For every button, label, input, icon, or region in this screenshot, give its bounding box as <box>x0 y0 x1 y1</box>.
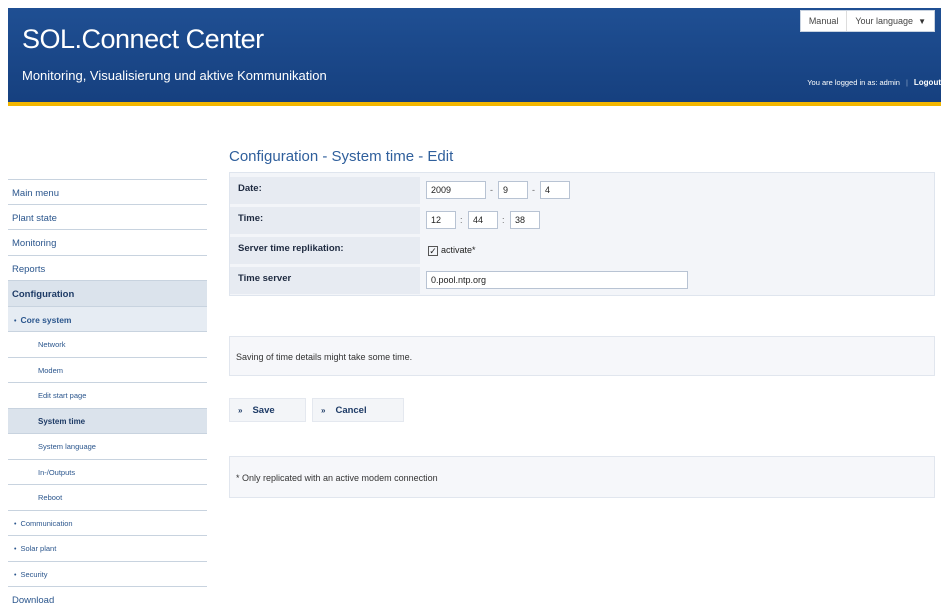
sidebar-item-monitoring[interactable]: Monitoring <box>8 230 207 256</box>
core-system-label: Core system <box>20 314 72 325</box>
time-hour-input[interactable] <box>426 211 456 229</box>
date-row: Date: - - <box>230 177 934 204</box>
time-minute-input[interactable] <box>468 211 498 229</box>
sidebar-item-system-language[interactable]: System language <box>8 434 207 460</box>
app-title: SOL.Connect Center <box>22 24 264 54</box>
sidebar-item-download[interactable]: Download <box>8 587 207 608</box>
logout-link[interactable]: Logout <box>914 78 941 87</box>
time-second-input[interactable] <box>510 211 540 229</box>
sidebar-item-edit-start-page[interactable]: Edit start page <box>8 383 207 409</box>
date-label: Date: <box>238 183 262 194</box>
login-status: You are logged in as: admin | Logout <box>807 78 941 87</box>
system-time-form: Date: - - Time: : : Server time replikat… <box>229 172 935 296</box>
manual-link[interactable]: Manual <box>801 11 848 31</box>
time-separator: : <box>502 215 505 225</box>
time-server-label: Time server <box>238 273 292 284</box>
sidebar-item-system-time[interactable]: System time <box>8 408 207 434</box>
double-arrow-icon: » <box>238 406 243 415</box>
app-subtitle: Monitoring, Visualisierung und aktive Ko… <box>22 68 327 83</box>
cancel-label: Cancel <box>335 405 367 416</box>
sidebar-item-security[interactable]: • Security <box>8 562 207 587</box>
save-button[interactable]: » Save <box>229 398 306 422</box>
communication-label: Communication <box>20 518 73 528</box>
expand-bullet-icon: • <box>14 317 17 325</box>
top-links-bar: Manual Your language ▼ <box>799 10 935 32</box>
double-arrow-icon: » <box>321 406 326 415</box>
replication-checkbox[interactable]: ✓ activate* <box>428 245 476 256</box>
cancel-button[interactable]: » Cancel <box>312 398 404 422</box>
replication-label: Server time replikation: <box>238 243 344 254</box>
logged-in-text: You are logged in as: admin <box>807 78 900 87</box>
time-separator: : <box>460 215 463 225</box>
security-label: Security <box>20 569 48 579</box>
sidebar-item-main-menu[interactable]: Main menu <box>8 179 207 205</box>
footnote-hint: * Only replicated with an active modem c… <box>229 456 935 498</box>
bullet-icon: • <box>14 571 17 579</box>
sidebar-item-communication[interactable]: • Communication <box>8 511 207 536</box>
sidebar-item-plant-state[interactable]: Plant state <box>8 205 207 230</box>
sidebar-item-modem[interactable]: Modem <box>8 358 207 383</box>
date-year-input[interactable] <box>426 181 486 199</box>
time-server-row: Time server <box>230 267 934 294</box>
page: SOL.Connect Center Monitoring, Visualisi… <box>0 0 941 608</box>
language-label: Your language <box>855 16 914 26</box>
date-separator: - <box>490 185 493 195</box>
date-day-input[interactable] <box>540 181 570 199</box>
header-banner: SOL.Connect Center Monitoring, Visualisi… <box>8 8 941 102</box>
sidebar-item-configuration[interactable]: Configuration <box>8 281 207 307</box>
info-note: Saving of time details might take some t… <box>229 336 935 376</box>
bullet-icon: • <box>14 520 17 528</box>
sidebar-item-solar-plant[interactable]: • Solar plant <box>8 536 207 562</box>
save-label: Save <box>252 405 275 416</box>
checkmark-icon: ✓ <box>428 246 438 256</box>
page-title: Configuration - System time - Edit <box>229 148 454 165</box>
sidebar-item-reports[interactable]: Reports <box>8 256 207 281</box>
separator: | <box>905 78 908 87</box>
time-server-input[interactable] <box>426 271 688 289</box>
sidebar-item-core-system[interactable]: • Core system <box>8 306 207 332</box>
sidebar: Main menu Plant state Monitoring Reports… <box>8 179 207 608</box>
solar-plant-label: Solar plant <box>20 544 57 553</box>
caret-down-icon: ▼ <box>918 17 926 26</box>
time-row: Time: : : <box>230 207 934 234</box>
sidebar-item-inputs-outputs[interactable]: In-/Outputs <box>8 460 207 485</box>
bullet-icon: • <box>14 546 17 553</box>
sidebar-item-reboot[interactable]: Reboot <box>8 485 207 511</box>
replication-row: Server time replikation: ✓ activate* <box>230 237 934 264</box>
language-dropdown[interactable]: Your language ▼ <box>847 11 934 31</box>
time-label: Time: <box>238 213 264 224</box>
header-accent-stripe <box>8 102 941 106</box>
sidebar-item-network[interactable]: Network <box>8 332 207 358</box>
date-separator: - <box>532 185 535 195</box>
replication-checkbox-label: activate* <box>441 245 476 255</box>
date-month-input[interactable] <box>498 181 528 199</box>
